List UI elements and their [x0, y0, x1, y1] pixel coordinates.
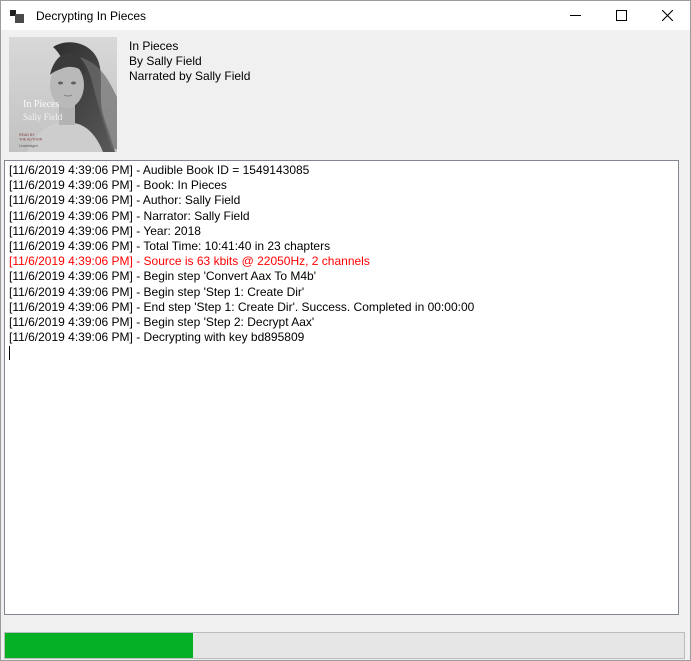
- book-title: In Pieces: [129, 39, 250, 54]
- book-author: By Sally Field: [129, 54, 250, 69]
- log-line: [11/6/2019 4:39:06 PM] - Total Time: 10:…: [9, 239, 674, 254]
- window-title: Decrypting In Pieces: [36, 9, 146, 23]
- close-button[interactable]: [644, 1, 690, 30]
- close-icon: [662, 10, 673, 21]
- book-cover-art: In Pieces Sally Field READ BY THE AUTHOR…: [9, 37, 117, 152]
- log-line: [11/6/2019 4:39:06 PM] - Begin step 'Con…: [9, 269, 674, 284]
- cover-readby-line2: THE AUTHOR: [19, 138, 43, 142]
- book-cover-image: In Pieces Sally Field READ BY THE AUTHOR…: [9, 37, 117, 152]
- log-line: [11/6/2019 4:39:06 PM] - Audible Book ID…: [9, 163, 674, 178]
- log-line: [11/6/2019 4:39:06 PM] - Narrator: Sally…: [9, 209, 674, 224]
- text-caret: [9, 346, 10, 360]
- cover-edition-text: Unabridged: [19, 144, 38, 148]
- log-line: [11/6/2019 4:39:06 PM] - Begin step 'Ste…: [9, 315, 674, 330]
- log-line: [11/6/2019 4:39:06 PM] - Source is 63 kb…: [9, 254, 674, 269]
- app-icon: [10, 8, 26, 24]
- progress-bar: [4, 632, 685, 659]
- book-info: In Pieces By Sally Field Narrated by Sal…: [129, 39, 250, 84]
- app-window: Decrypting In Pieces: [0, 0, 691, 661]
- cover-author-text: Sally Field: [23, 112, 63, 122]
- progress-fill: [5, 633, 193, 658]
- titlebar[interactable]: Decrypting In Pieces: [1, 1, 690, 30]
- book-header: In Pieces Sally Field READ BY THE AUTHOR…: [1, 30, 690, 152]
- log-line: [11/6/2019 4:39:06 PM] - Author: Sally F…: [9, 193, 674, 208]
- maximize-icon: [616, 10, 627, 21]
- minimize-button[interactable]: [552, 1, 598, 30]
- window-controls: [552, 1, 690, 30]
- minimize-icon: [570, 10, 581, 21]
- log-line: [11/6/2019 4:39:06 PM] - Book: In Pieces: [9, 178, 674, 193]
- log-line: [11/6/2019 4:39:06 PM] - Decrypting with…: [9, 330, 674, 345]
- maximize-button[interactable]: [598, 1, 644, 30]
- cover-title-text: In Pieces: [23, 99, 59, 110]
- book-narrator: Narrated by Sally Field: [129, 69, 250, 84]
- log-line: [11/6/2019 4:39:06 PM] - Begin step 'Ste…: [9, 285, 674, 300]
- log-line: [11/6/2019 4:39:06 PM] - End step 'Step …: [9, 300, 674, 315]
- log-line: [11/6/2019 4:39:06 PM] - Year: 2018: [9, 224, 674, 239]
- log-textbox[interactable]: [11/6/2019 4:39:06 PM] - Audible Book ID…: [4, 160, 679, 615]
- cover-readby-line1: READ BY: [19, 133, 35, 137]
